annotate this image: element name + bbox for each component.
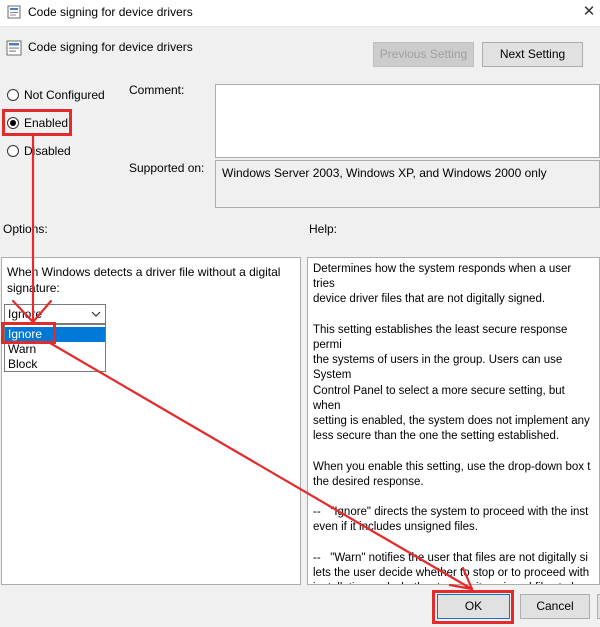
annotation-box-ok <box>432 590 514 624</box>
options-prompt: When Windows detects a driver file witho… <box>7 265 281 295</box>
annotation-box-ignore <box>1 322 56 344</box>
title-bar: Code signing for device drivers ✕ <box>0 0 600 27</box>
help-pane: Determines how the system responds when … <box>307 257 600 585</box>
annotation-box-enabled <box>2 109 72 136</box>
supported-on-box: Windows Server 2003, Windows XP, and Win… <box>215 160 600 208</box>
policy-setting-icon <box>6 40 22 56</box>
supported-on-label: Supported on: <box>129 161 205 175</box>
response-dropdown[interactable]: Ignore <box>4 304 106 324</box>
cancel-button[interactable]: Cancel <box>520 594 590 619</box>
comment-label: Comment: <box>129 83 185 97</box>
window-title: Code signing for device drivers <box>28 5 193 19</box>
comment-textarea[interactable] <box>215 84 600 158</box>
dropdown-option-block[interactable]: Block <box>5 357 105 372</box>
options-label: Options: <box>3 222 48 236</box>
not-configured-label[interactable]: Not Configured <box>24 88 105 102</box>
next-setting-button[interactable]: Next Setting <box>482 42 583 67</box>
supported-on-value: Windows Server 2003, Windows XP, and Win… <box>222 166 547 180</box>
policy-setting-icon <box>7 5 21 19</box>
not-configured-radio[interactable] <box>7 89 19 101</box>
chevron-down-icon[interactable] <box>91 311 101 318</box>
setting-name: Code signing for device drivers <box>28 40 193 54</box>
help-label: Help: <box>309 222 338 236</box>
help-text: Determines how the system responds when … <box>313 263 591 584</box>
dropdown-option-warn[interactable]: Warn <box>5 342 105 357</box>
disabled-label[interactable]: Disabled <box>24 144 71 158</box>
previous-setting-button[interactable]: Previous Setting <box>373 42 474 67</box>
dropdown-selected-value: Ignore <box>8 307 43 321</box>
disabled-radio[interactable] <box>7 145 19 157</box>
close-icon[interactable]: ✕ <box>578 3 600 21</box>
